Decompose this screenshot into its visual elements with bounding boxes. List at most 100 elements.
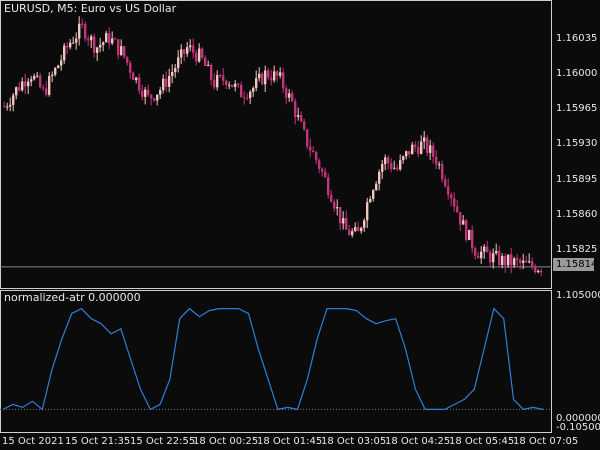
candle <box>495 243 498 256</box>
candle <box>210 63 213 86</box>
candle <box>231 84 234 88</box>
candle <box>15 86 18 100</box>
candle <box>462 215 465 225</box>
candle <box>519 257 522 270</box>
candle <box>45 80 48 97</box>
candle <box>456 199 459 213</box>
candle <box>9 97 12 112</box>
candle <box>528 253 531 264</box>
candle <box>165 71 168 93</box>
candle <box>471 225 474 254</box>
candle <box>396 164 399 172</box>
candle <box>63 43 66 64</box>
candle <box>93 33 96 58</box>
candle <box>399 154 402 171</box>
candle <box>27 78 30 95</box>
candle <box>186 41 189 57</box>
price-axis-label: 1.15860 <box>556 209 598 220</box>
time-axis-label: 18 Oct 05:45 <box>449 436 515 447</box>
price-axis-label: 1.15965 <box>556 103 598 114</box>
candle <box>81 18 84 29</box>
candle <box>108 27 111 49</box>
candle <box>123 45 126 60</box>
candle <box>354 222 357 233</box>
candle <box>510 247 513 274</box>
candle <box>531 257 534 270</box>
candle <box>429 139 432 160</box>
trading-chart-window: EURUSD, M5: Euro vs US Dollar normalized… <box>0 0 600 450</box>
candle <box>159 86 162 99</box>
candle <box>435 150 438 169</box>
indicator-axis-label: 1.105000 <box>556 290 600 301</box>
candle <box>381 159 384 180</box>
candle <box>348 224 351 236</box>
candle <box>66 42 69 55</box>
candle <box>453 192 456 212</box>
candle <box>342 211 345 230</box>
candle <box>273 65 276 83</box>
candle <box>96 46 99 61</box>
candle <box>42 84 45 92</box>
candle <box>156 94 159 106</box>
candle <box>201 47 204 60</box>
candle <box>36 71 39 78</box>
normalized-atr-line <box>2 307 544 411</box>
candle <box>222 67 225 86</box>
time-axis-label: 18 Oct 04:25 <box>385 436 451 447</box>
candle <box>120 39 123 57</box>
candle <box>420 135 423 155</box>
candle <box>393 160 396 170</box>
candle <box>525 255 528 263</box>
price-axis-label: 1.15930 <box>556 138 598 149</box>
candle <box>48 72 51 97</box>
candle <box>117 39 120 60</box>
candle <box>213 73 216 90</box>
candle <box>171 64 174 84</box>
candle <box>264 65 267 93</box>
candle <box>315 150 318 165</box>
candle <box>174 64 177 78</box>
candle <box>306 128 309 150</box>
candle <box>18 81 21 92</box>
candle <box>33 73 36 81</box>
price-axis-label: 1.15825 <box>556 244 598 255</box>
candle <box>513 256 516 269</box>
candle <box>294 98 297 125</box>
candle <box>351 228 354 238</box>
candle <box>252 86 255 97</box>
time-axis-label: 18 Oct 01:45 <box>257 436 323 447</box>
candle <box>219 73 222 79</box>
candle <box>447 178 450 200</box>
candle <box>153 97 156 103</box>
candle <box>384 154 387 171</box>
candle <box>6 102 9 111</box>
candle <box>375 181 378 192</box>
candle <box>450 192 453 207</box>
indicator-axis-label: -0.105000 <box>556 422 600 433</box>
time-axis-label: 18 Oct 07:05 <box>513 436 579 447</box>
candle <box>225 79 228 89</box>
candle <box>333 199 336 212</box>
time-axis-label: 15 Oct 22:55 <box>130 436 196 447</box>
candle <box>240 81 243 98</box>
candle <box>207 60 210 67</box>
candle <box>345 210 348 230</box>
candle <box>477 251 480 259</box>
indicator-line-svg <box>0 307 552 411</box>
candle <box>60 54 63 71</box>
candle <box>516 253 519 267</box>
candle <box>417 140 420 158</box>
candle <box>192 38 195 59</box>
candle <box>507 254 510 268</box>
candle <box>228 81 231 90</box>
price-candles-svg <box>0 16 552 277</box>
candle <box>483 244 486 259</box>
candle <box>321 167 324 177</box>
candle <box>21 77 24 92</box>
candle <box>411 142 414 155</box>
candle <box>279 67 282 79</box>
candle <box>162 74 165 94</box>
candle <box>504 253 507 273</box>
candle <box>309 138 312 158</box>
chart-title: EURUSD, M5: Euro vs US Dollar <box>4 2 177 15</box>
